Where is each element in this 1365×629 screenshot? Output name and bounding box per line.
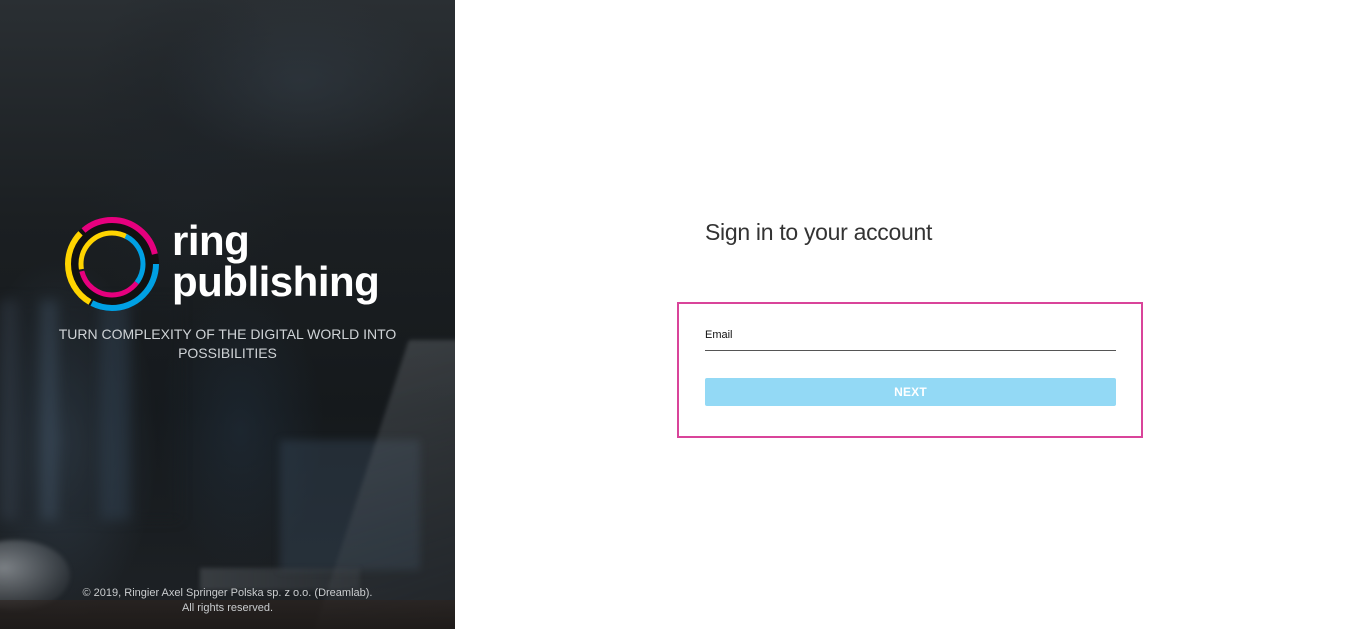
tagline-line-1: TURN COMPLEXITY OF THE DIGITAL WORLD INT… <box>58 326 397 342</box>
brand-logo: ring publishing <box>64 216 404 316</box>
copyright-line-1: © 2019, Ringier Axel Springer Polska sp.… <box>82 587 373 599</box>
ring-logo-icon <box>65 217 159 311</box>
wordmark-line-publishing: publishing <box>172 258 380 305</box>
signin-panel: Sign in to your account NEXT <box>455 0 1365 629</box>
wordmark: ring publishing <box>172 217 380 305</box>
wordmark-line-ring: ring <box>172 217 250 264</box>
email-field[interactable] <box>705 324 1116 351</box>
signin-form: NEXT <box>677 302 1143 438</box>
page-title: Sign in to your account <box>705 219 933 245</box>
next-button[interactable]: NEXT <box>705 378 1116 406</box>
tagline-line-2: POSSIBILITIES <box>178 345 277 361</box>
copyright-notice: © 2019, Ringier Axel Springer Polska sp.… <box>0 586 455 616</box>
brand-panel: ring publishing TURN COMPLEXITY OF THE D… <box>0 0 455 629</box>
login-page: ring publishing TURN COMPLEXITY OF THE D… <box>0 0 1365 629</box>
copyright-line-2: All rights reserved. <box>181 602 274 614</box>
tagline: TURN COMPLEXITY OF THE DIGITAL WORLD INT… <box>0 325 455 363</box>
